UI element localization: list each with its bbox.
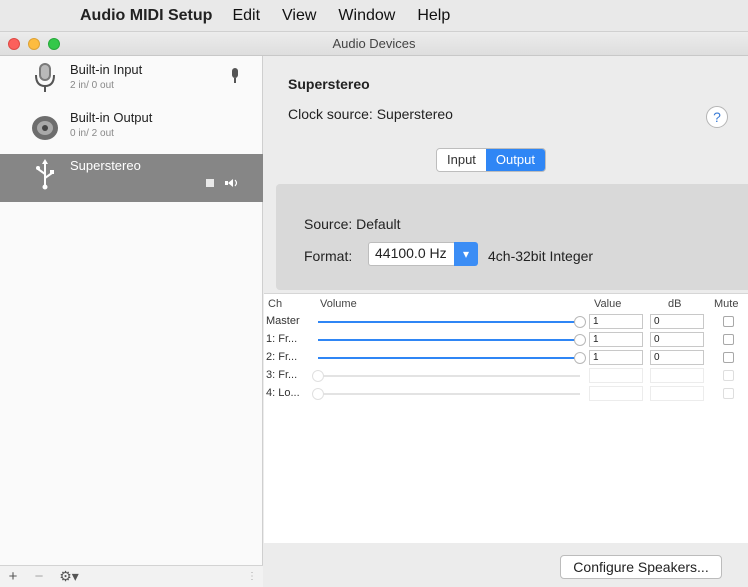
- tab-input[interactable]: Input: [437, 149, 486, 171]
- db-field[interactable]: 0: [650, 332, 704, 347]
- device-io: 0 in/ 2 out: [70, 128, 114, 139]
- menu-app-name[interactable]: Audio MIDI Setup: [80, 7, 212, 25]
- table-row: Master 1 0: [264, 314, 748, 330]
- value-field[interactable]: 1: [589, 314, 643, 329]
- value-field: [589, 368, 643, 383]
- table-row: 4: Lo...: [264, 386, 748, 402]
- device-name: Superstereo: [70, 158, 141, 173]
- channel-name: 4: Lo...: [266, 387, 300, 399]
- db-field[interactable]: 0: [650, 314, 704, 329]
- device-item-built-in-output[interactable]: Built-in Output 0 in/ 2 out: [0, 106, 263, 154]
- mute-checkbox[interactable]: [723, 334, 734, 345]
- device-io: 2 in/ 0 out: [70, 80, 114, 91]
- value-field[interactable]: 1: [589, 350, 643, 365]
- table-row: 2: Fr... 1 0: [264, 350, 748, 366]
- channel-name: 1: Fr...: [266, 333, 298, 345]
- volume-slider[interactable]: [318, 316, 586, 328]
- device-name: Built-in Input: [70, 62, 143, 77]
- menu-help[interactable]: Help: [417, 7, 450, 25]
- remove-device-button[interactable]: −: [26, 568, 52, 585]
- device-list-toolbar: + − ⚙▾ ⋮: [0, 565, 263, 587]
- channel-name: Master: [266, 315, 300, 327]
- device-title: Superstereo: [288, 76, 370, 92]
- microphone-icon: [35, 63, 55, 92]
- add-device-button[interactable]: +: [0, 568, 26, 585]
- device-list: Built-in Input 2 in/ 0 out Built-in Outp…: [0, 56, 263, 587]
- chevron-down-icon[interactable]: ▾: [454, 242, 478, 266]
- db-field: [650, 368, 704, 383]
- resize-handle-icon[interactable]: ⋮: [247, 571, 257, 582]
- sample-rate-select[interactable]: 44100.0 Hz: [368, 242, 456, 266]
- help-button[interactable]: ?: [706, 106, 728, 128]
- value-field: [589, 386, 643, 401]
- column-header-value: Value: [594, 298, 622, 310]
- mute-checkbox: [723, 388, 734, 399]
- volume-slider: [312, 370, 580, 382]
- device-detail-pane: Superstereo Clock source: Superstereo ? …: [264, 56, 748, 587]
- tab-output[interactable]: Output: [485, 149, 545, 171]
- mute-checkbox: [723, 370, 734, 381]
- slider-knob[interactable]: [574, 334, 586, 346]
- speaker-volume-icon: [206, 179, 238, 187]
- stream-format-panel: Source: Default Format: 44100.0 Hz ▾ 4ch…: [276, 184, 748, 290]
- slider-knob: [312, 388, 324, 400]
- channel-name: 2: Fr...: [266, 351, 298, 363]
- window-titlebar: Audio Devices: [0, 32, 748, 56]
- volume-slider: [312, 388, 580, 400]
- table-row: 1: Fr... 1 0: [264, 332, 748, 348]
- menu-edit[interactable]: Edit: [232, 7, 260, 25]
- menu-window[interactable]: Window: [338, 7, 395, 25]
- microphone-icon: [232, 68, 238, 83]
- bit-format-label: 4ch-32bit Integer: [488, 248, 594, 264]
- io-tab-switcher: Input Output: [436, 148, 546, 172]
- format-label: Format:: [304, 248, 353, 264]
- configure-speakers-button[interactable]: Configure Speakers...: [560, 555, 722, 579]
- slider-knob: [312, 370, 324, 382]
- channel-table: Ch Volume Value dB Mute Master 1 0 1: Fr…: [264, 293, 748, 543]
- slider-knob[interactable]: [574, 316, 586, 328]
- window-title: Audio Devices: [332, 36, 416, 51]
- device-name: Built-in Output: [70, 110, 153, 125]
- device-item-superstereo[interactable]: Superstereo: [0, 154, 263, 202]
- db-field: [650, 386, 704, 401]
- column-header-volume: Volume: [320, 298, 357, 310]
- speaker-icon: [32, 116, 58, 140]
- table-row: 3: Fr...: [264, 368, 748, 384]
- channel-name: 3: Fr...: [266, 369, 298, 381]
- menu-bar: Audio MIDI Setup Edit View Window Help: [0, 0, 748, 32]
- mute-checkbox[interactable]: [723, 352, 734, 363]
- mute-checkbox[interactable]: [723, 316, 734, 327]
- detail-footer: Configure Speakers...: [264, 543, 748, 587]
- slider-knob[interactable]: [574, 352, 586, 364]
- volume-slider[interactable]: [318, 352, 586, 364]
- column-header-ch: Ch: [268, 298, 283, 310]
- volume-slider[interactable]: [318, 334, 586, 346]
- source-label: Source: Default: [304, 216, 401, 232]
- value-field[interactable]: 1: [589, 332, 643, 347]
- column-header-db: dB: [668, 298, 682, 310]
- column-header-mute: Mute: [714, 298, 739, 310]
- gear-icon[interactable]: ⚙▾: [52, 568, 86, 585]
- usb-icon: [36, 159, 54, 190]
- menu-view[interactable]: View: [282, 7, 316, 25]
- clock-source-label: Clock source: Superstereo: [288, 106, 453, 122]
- device-item-built-in-input[interactable]: Built-in Input 2 in/ 0 out: [0, 58, 263, 106]
- db-field[interactable]: 0: [650, 350, 704, 365]
